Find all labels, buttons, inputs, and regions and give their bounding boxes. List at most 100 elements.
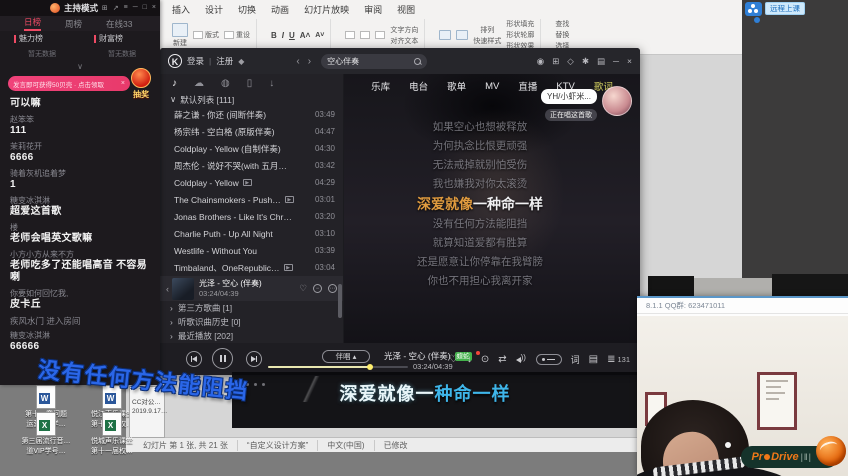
progress-bar[interactable] (268, 366, 408, 368)
cloud-share-icon[interactable] (745, 2, 762, 16)
next-button[interactable] (246, 351, 262, 367)
ppt-ribbon-tab[interactable]: 设计 (205, 3, 223, 16)
skin-icon[interactable]: ◇ (567, 56, 574, 67)
grow-font-button[interactable]: A˄ (300, 31, 310, 40)
text-direction-button[interactable]: 文字方向 (390, 25, 418, 35)
delete-icon[interactable]: − (313, 284, 322, 293)
ppt-ribbon-tab[interactable]: 审阅 (364, 3, 382, 16)
ppt-ribbon-tab[interactable]: 插入 (172, 3, 190, 16)
bold-button[interactable]: B (271, 31, 277, 40)
chat-username[interactable]: 疾风水门 进入房间 (10, 316, 154, 326)
accompaniment-mode-pill[interactable]: 伴唱 ▴ (322, 350, 370, 363)
album-art[interactable] (172, 278, 194, 300)
ppt-ribbon-tab[interactable]: 视图 (397, 3, 415, 16)
message-icon[interactable]: ▤ (597, 56, 605, 67)
settings-icon[interactable]: ✱ (582, 56, 589, 67)
underline-button[interactable]: U (289, 31, 295, 40)
mv-icon[interactable]: ▶ (284, 264, 293, 271)
kugou-titlebar[interactable]: K 登录 | 注册 ◆ ‹ › 空心伴奏 ◉ ⊞ ◇ ✱ ▤ ─ × (160, 48, 640, 74)
kugou-logo-icon[interactable]: K (168, 54, 182, 68)
rank-section[interactable]: 魅力榜 暂无数据 (0, 33, 80, 59)
ppt-ribbon-tab[interactable]: 幻灯片放映 (304, 3, 349, 16)
banner-close-icon[interactable]: × (121, 80, 125, 87)
login-link[interactable]: 登录 (187, 55, 204, 67)
nav-tab[interactable]: 乐库 (371, 79, 390, 93)
shape-fill-button[interactable]: 形状填充 (506, 19, 534, 29)
playlist-section[interactable]: › 最近播放 [202] (160, 329, 343, 343)
avatar[interactable] (602, 86, 632, 116)
nav-tab[interactable]: 电台 (409, 79, 428, 93)
align-text-button[interactable]: 对齐文本 (390, 36, 418, 46)
nav-tab[interactable]: 歌单 (447, 79, 466, 93)
back-icon[interactable]: ‹ (296, 56, 299, 67)
comment-icon[interactable]: ⊙ (481, 354, 489, 365)
chat-username[interactable]: 糖变冰淇淋 (10, 196, 154, 206)
cloud-music-icon[interactable]: ☁ (194, 78, 204, 89)
playlist-row[interactable]: Jonas Brothers - Like It's Chr… 03:20 (160, 208, 343, 225)
align-right-icon[interactable] (375, 31, 385, 39)
shrink-font-button[interactable]: A˅ (315, 32, 324, 39)
nav-tab[interactable]: MV (485, 81, 499, 92)
replace-button[interactable]: 替换 (555, 30, 569, 40)
arrange-button[interactable]: 排列 (480, 25, 494, 35)
singer-name[interactable]: YH/小虾米... (541, 89, 597, 104)
search-icon[interactable] (414, 58, 421, 65)
now-playing-row[interactable]: ‹ 光泽 - 空心 (伴奏) 03:24/04:39 ♡ − ⋯ (160, 276, 343, 301)
reset-button[interactable]: 重设 (236, 30, 250, 40)
close-icon[interactable]: × (152, 4, 156, 12)
search-box[interactable]: 空心伴奏 (321, 54, 427, 69)
desktop-shortcut[interactable]: X 悦城声乐课堂 第十一届权… (84, 412, 140, 456)
download-icon[interactable]: ↓ (467, 354, 472, 365)
playlist-row[interactable]: Coldplay - Yellow ▶ 04:29 (160, 174, 343, 191)
chat-username[interactable]: 楼 (10, 223, 154, 233)
volume-icon[interactable] (516, 355, 527, 364)
close-icon[interactable]: × (627, 56, 632, 66)
playlist-row[interactable]: Timbaland、OneRepublic… ▶ 03:04 (160, 259, 343, 276)
progress-knob[interactable] (367, 364, 373, 370)
maximize-icon[interactable]: □ (143, 4, 147, 12)
play-mode-icon[interactable]: ⇄ (498, 354, 506, 365)
grid-icon[interactable]: ⊞ (102, 4, 108, 12)
playlist-row[interactable]: Coldplay - Yellow (自制伴奏) 04:30 (160, 140, 343, 157)
register-link[interactable]: 注册 (216, 55, 233, 67)
chat-tab[interactable]: 在线33 (106, 18, 132, 30)
download-icon[interactable]: ↓ (269, 78, 274, 89)
device-icon[interactable]: ▯ (247, 78, 253, 89)
scrollbar[interactable] (338, 284, 342, 318)
local-music-icon[interactable]: ♪ (172, 78, 177, 89)
quick-styles-button[interactable]: 快速样式 (473, 36, 501, 46)
new-slide-button[interactable]: 新建 (172, 23, 188, 48)
chat-tab[interactable]: 日榜 (24, 16, 41, 31)
chat-username[interactable]: 糖变冰淇淋 (10, 331, 154, 341)
shape-outline-button[interactable]: 形状轮廓 (506, 30, 534, 40)
heart-icon[interactable]: ♡ (299, 283, 307, 294)
playlist-section[interactable]: › 听歌识曲历史 [0] (160, 315, 343, 329)
pause-button[interactable] (212, 348, 233, 369)
shapes-gallery-icon[interactable] (456, 30, 468, 40)
playlist-row[interactable]: 杨宗纬 - 空白格 (原版伴奏) 04:47 (160, 123, 343, 140)
feedback-icon[interactable]: ▤ (589, 354, 598, 365)
collapse-left-icon[interactable]: ‹ (166, 284, 169, 294)
heart-icon[interactable]: ♡ (449, 354, 458, 365)
find-button[interactable]: 查找 (555, 19, 569, 29)
search-input[interactable]: 空心伴奏 (327, 56, 359, 67)
playlist-header[interactable]: ∨ 默认列表 [111] (160, 93, 343, 106)
popout-icon[interactable]: ↗ (113, 4, 119, 12)
align-center-icon[interactable] (360, 31, 370, 39)
lottery-widget[interactable]: 抽奖 (128, 68, 154, 100)
task-banner[interactable]: 发言即可获得50贝壳 · 点击领取 × (8, 76, 130, 91)
chat-username[interactable]: 骑着灰机追着梦 (10, 169, 154, 179)
playlist-section[interactable]: › 第三方歌曲 [1] (160, 301, 343, 315)
chat-titlebar[interactable]: 主持模式 ⊞ ↗ ≡ ─ □ × (0, 0, 160, 16)
desktop-shortcut[interactable]: X 第三届流行音… 道VIP学号… (18, 412, 74, 456)
sound-effect-pill[interactable] (536, 354, 562, 365)
ppt-ribbon-tab[interactable]: 切换 (238, 3, 256, 16)
italic-button[interactable]: I (282, 31, 284, 40)
playlist-row[interactable]: Westlife - Without You 03:39 (160, 242, 343, 259)
minimize-icon[interactable]: ─ (133, 4, 138, 12)
nav-tab[interactable]: 直播 (518, 79, 537, 93)
chat-tab[interactable]: 周榜 (65, 18, 82, 30)
chat-username[interactable]: 赵笨笨 (10, 115, 154, 125)
singer-bubble[interactable]: YH/小虾米... 正在唱这首歌 (541, 86, 632, 122)
layout-button[interactable]: 版式 (205, 30, 219, 40)
